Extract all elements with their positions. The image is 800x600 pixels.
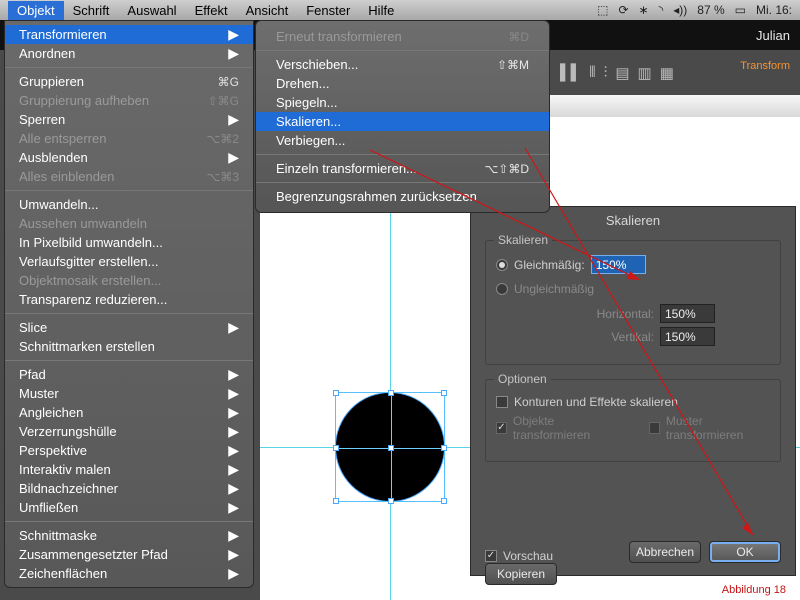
menu-effekt[interactable]: Effekt [186, 1, 237, 20]
menu-item[interactable]: Transformieren▶ [5, 25, 253, 44]
menu-item[interactable]: Verbiegen... [256, 131, 549, 150]
uniform-radio[interactable] [496, 259, 508, 271]
menu-item[interactable]: In Pixelbild umwandeln... [5, 233, 253, 252]
menu-item[interactable]: Gruppieren⌘G [5, 72, 253, 91]
menu-item[interactable]: Verschieben...⇧⌘M [256, 55, 549, 74]
objects-checkbox [496, 422, 507, 434]
options-group-title: Optionen [494, 372, 551, 386]
sync-icon[interactable]: ⟳ [618, 3, 628, 17]
menu-item[interactable]: Schnittmaske▶ [5, 526, 253, 545]
menu-item[interactable]: Skalieren... [256, 112, 549, 131]
menu-auswahl[interactable]: Auswahl [118, 1, 185, 20]
menu-item: Objektmosaik erstellen... [5, 271, 253, 290]
menu-objekt[interactable]: Objekt [8, 1, 64, 20]
menu-item[interactable]: Sperren▶ [5, 110, 253, 129]
dropbox-icon[interactable]: ⬚ [597, 3, 608, 17]
battery-icon[interactable]: ▭ [735, 3, 746, 17]
menu-item[interactable]: Schnittmarken erstellen [5, 337, 253, 356]
scale-dialog: Skalieren Skalieren Gleichmäßig: Ungleic… [470, 206, 796, 576]
menu-item[interactable]: Verlaufsgitter erstellen... [5, 252, 253, 271]
preview-label: Vorschau [503, 549, 553, 563]
horizontal-label: Horizontal: [584, 307, 654, 321]
menu-item: Erneut transformieren⌘D [256, 27, 549, 46]
transform-panel-tab[interactable]: Transform [740, 60, 790, 72]
uniform-field[interactable] [591, 255, 646, 274]
copy-button[interactable]: Kopieren [485, 563, 557, 585]
menu-fenster[interactable]: Fenster [297, 1, 359, 20]
vertical-label: Vertikal: [584, 330, 654, 344]
menubar: Objekt Schrift Auswahl Effekt Ansicht Fe… [0, 0, 800, 20]
menu-item[interactable]: Interaktiv malen▶ [5, 460, 253, 479]
menu-item[interactable]: Zusammengesetzter Pfad▶ [5, 545, 253, 564]
menu-item[interactable]: Muster▶ [5, 384, 253, 403]
menu-item[interactable]: Bildnachzeichner▶ [5, 479, 253, 498]
menu-schrift[interactable]: Schrift [64, 1, 119, 20]
align-icon[interactable]: ▦ [660, 64, 674, 82]
bounding-box[interactable] [335, 392, 445, 502]
menu-item[interactable]: Umfließen▶ [5, 498, 253, 517]
uniform-label: Gleichmäßig: [514, 258, 585, 272]
align-icon[interactable]: ▥ [638, 64, 652, 82]
volume-icon[interactable]: ◂)) [673, 3, 687, 17]
menu-ansicht[interactable]: Ansicht [237, 1, 298, 20]
menu-item[interactable]: Ausblenden▶ [5, 148, 253, 167]
menu-item: Aussehen umwandeln [5, 214, 253, 233]
menu-item[interactable]: Slice▶ [5, 318, 253, 337]
menu-item[interactable]: Zeichenflächen▶ [5, 564, 253, 583]
align-toolbar: ▌▌ ⫴ ⫶ ▤ ▥ ▦ [560, 60, 710, 85]
horizontal-field [660, 304, 715, 323]
bluetooth-icon[interactable]: ∗ [639, 3, 649, 17]
align-icon[interactable]: ⫶ [604, 64, 608, 81]
menu-item[interactable]: Begrenzungsrahmen zurücksetzen [256, 187, 549, 206]
battery-percent: 87 % [697, 3, 724, 17]
nonuniform-label: Ungleichmäßig [514, 282, 594, 296]
menu-item[interactable]: Pfad▶ [5, 365, 253, 384]
strokes-checkbox[interactable] [496, 396, 508, 408]
strokes-label: Konturen und Effekte skalieren [514, 395, 678, 409]
menu-item[interactable]: Transparenz reduzieren... [5, 290, 253, 309]
scale-group-title: Skalieren [494, 233, 552, 247]
wifi-icon[interactable]: ◝ [659, 3, 664, 17]
objekt-menu: Transformieren▶Anordnen▶ Gruppieren⌘GGrup… [4, 20, 254, 588]
cancel-button[interactable]: Abbrechen [629, 541, 701, 563]
preview-checkbox[interactable] [485, 550, 497, 562]
patterns-checkbox [649, 422, 660, 434]
align-icon[interactable]: ▤ [615, 64, 629, 82]
menu-item: Gruppierung aufheben⇧⌘G [5, 91, 253, 110]
clock: Mi. 16: [756, 3, 792, 17]
figure-caption: Abbildung 18 [722, 584, 786, 596]
menu-item: Alles einblenden⌥⌘3 [5, 167, 253, 186]
menu-item[interactable]: Einzeln transformieren...⌥⇧⌘D [256, 159, 549, 178]
objects-label: Objekte transformieren [513, 414, 621, 442]
menu-hilfe[interactable]: Hilfe [359, 1, 403, 20]
nonuniform-radio[interactable] [496, 283, 508, 295]
menu-item[interactable]: Anordnen▶ [5, 44, 253, 63]
ok-button[interactable]: OK [709, 541, 781, 563]
menu-item[interactable]: Perspektive▶ [5, 441, 253, 460]
transformieren-submenu: Erneut transformieren⌘D Verschieben...⇧⌘M… [255, 20, 550, 213]
workspace-label[interactable]: Julian [756, 28, 790, 43]
scale-group: Skalieren Gleichmäßig: Ungleichmäßig Hor… [485, 240, 781, 365]
menu-item[interactable]: Spiegeln... [256, 93, 549, 112]
menu-item: Alle entsperren⌥⌘2 [5, 129, 253, 148]
patterns-label: Muster transformieren [666, 414, 770, 442]
align-icon[interactable]: ⫴ [589, 64, 595, 81]
align-icon[interactable]: ▌▌ [560, 64, 581, 81]
options-group: Optionen Konturen und Effekte skalieren … [485, 379, 781, 462]
menu-item[interactable]: Drehen... [256, 74, 549, 93]
vertical-field [660, 327, 715, 346]
menu-item[interactable]: Verzerrungshülle▶ [5, 422, 253, 441]
menu-item[interactable]: Angleichen▶ [5, 403, 253, 422]
menu-item[interactable]: Umwandeln... [5, 195, 253, 214]
